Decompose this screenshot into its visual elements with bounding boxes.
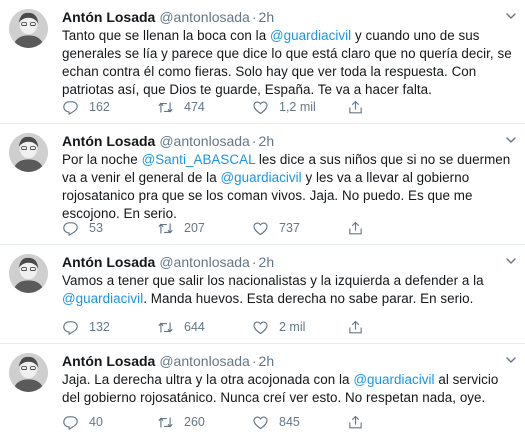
reply-count: 53	[89, 221, 103, 235]
author-handle[interactable]: @antonlosada	[159, 254, 250, 270]
share-button[interactable]	[347, 99, 387, 116]
like-button[interactable]: 845	[252, 414, 347, 431]
reply-icon	[63, 100, 78, 115]
reply-button[interactable]: 53	[62, 220, 157, 237]
chevron-down-icon[interactable]	[505, 134, 517, 146]
avatar[interactable]	[9, 254, 48, 293]
reply-count: 40	[89, 415, 103, 429]
chevron-down-icon[interactable]	[505, 255, 517, 267]
tweet-text: Jaja. La derecha ultra y la otra acojona…	[62, 371, 515, 407]
share-icon	[349, 320, 362, 333]
separator-dot: ·	[251, 133, 257, 149]
tweet-text: Por la noche @Santi_ABASCAL les dice a s…	[62, 151, 515, 223]
tweet[interactable]: Antón Losada @antonlosada · 2h Por la noche…	[0, 124, 525, 245]
tweet-text-segment: . Manda huevos. Esta derecha no sabe par…	[143, 291, 474, 306]
reply-button[interactable]: 40	[62, 414, 157, 431]
author-name[interactable]: Antón Losada	[62, 9, 155, 25]
tweet-actions: 162 474 1,2 mil	[62, 97, 387, 117]
like-button[interactable]: 1,2 mil	[252, 99, 347, 116]
chevron-down-icon[interactable]	[505, 354, 517, 366]
retweet-icon	[158, 223, 173, 233]
share-button[interactable]	[347, 220, 387, 237]
like-count: 1,2 mil	[279, 100, 316, 114]
share-button[interactable]	[347, 319, 387, 336]
tweet-time[interactable]: 2h	[259, 254, 275, 270]
tweet-time[interactable]: 2h	[259, 133, 275, 149]
tweet-text-segment: Por la noche	[62, 152, 142, 167]
retweet-icon	[158, 322, 173, 332]
heart-icon	[253, 321, 268, 334]
author-handle[interactable]: @antonlosada	[159, 133, 250, 149]
retweet-button[interactable]: 474	[157, 99, 252, 116]
tweet-actions: 40 260 845	[62, 412, 387, 432]
tweet[interactable]: Antón Losada @antonlosada · 2h Tanto que se…	[0, 0, 525, 124]
author-name[interactable]: Antón Losada	[62, 133, 155, 149]
avatar-image	[9, 133, 48, 172]
retweet-button[interactable]: 260	[157, 414, 252, 431]
mention-link[interactable]: @guardiacivil	[353, 372, 434, 387]
avatar[interactable]	[9, 353, 48, 392]
reply-count: 162	[89, 100, 110, 114]
like-count: 845	[279, 415, 300, 429]
reply-icon	[63, 320, 78, 335]
separator-dot: ·	[251, 254, 257, 270]
mention-link[interactable]: @guardiacivil	[62, 291, 143, 306]
separator-dot: ·	[251, 353, 257, 369]
like-count: 737	[279, 221, 300, 235]
retweet-icon	[158, 102, 173, 112]
retweet-count: 644	[184, 320, 205, 334]
mention-link[interactable]: @Santi_ABASCAL	[142, 152, 256, 167]
author-handle[interactable]: @antonlosada	[159, 9, 250, 25]
share-icon	[349, 221, 362, 234]
tweet-actions: 53 207 737	[62, 218, 387, 238]
mention-link[interactable]: @guardiacivil	[270, 28, 351, 43]
avatar-image	[9, 254, 48, 293]
avatar[interactable]	[9, 133, 48, 172]
reply-button[interactable]: 162	[62, 99, 157, 116]
share-icon	[349, 415, 362, 428]
reply-icon	[63, 221, 78, 236]
tweet[interactable]: Antón Losada @antonlosada · 2h Vamos a tene…	[0, 245, 525, 344]
tweet-header: Antón Losada @antonlosada · 2h	[62, 132, 515, 150]
tweet-time[interactable]: 2h	[259, 9, 275, 25]
retweet-count: 474	[184, 100, 205, 114]
author-name[interactable]: Antón Losada	[62, 254, 155, 270]
tweet-text-segment: Jaja. La derecha ultra y la otra acojona…	[62, 372, 354, 387]
author-name[interactable]: Antón Losada	[62, 353, 155, 369]
tweet-actions: 132 644 2 mil	[62, 317, 387, 337]
author-handle[interactable]: @antonlosada	[159, 353, 250, 369]
separator-dot: ·	[251, 9, 257, 25]
retweet-count: 207	[184, 221, 205, 235]
tweet[interactable]: Antón Losada @antonlosada · 2h Jaja. La der…	[0, 344, 525, 438]
like-button[interactable]: 2 mil	[252, 319, 347, 336]
tweet-feed: Antón Losada @antonlosada · 2h Tanto que se…	[0, 0, 525, 438]
reply-icon	[63, 415, 78, 430]
like-count: 2 mil	[279, 320, 306, 334]
reply-button[interactable]: 132	[62, 319, 157, 336]
avatar-image	[9, 9, 48, 48]
tweet-text: Tanto que se llenan la boca con la @guar…	[62, 27, 515, 99]
tweet-text-segment: Vamos a tener que salir los nacionalista…	[62, 273, 484, 288]
heart-icon	[253, 416, 268, 429]
tweet-header: Antón Losada @antonlosada · 2h	[62, 352, 515, 370]
share-button[interactable]	[347, 414, 387, 431]
mention-link[interactable]: @guardiacivil	[220, 170, 301, 185]
retweet-icon	[158, 417, 173, 427]
retweet-button[interactable]: 644	[157, 319, 252, 336]
chevron-down-icon[interactable]	[505, 10, 517, 22]
tweet-header: Antón Losada @antonlosada · 2h	[62, 8, 515, 26]
heart-icon	[253, 101, 268, 114]
tweet-time[interactable]: 2h	[259, 353, 275, 369]
like-button[interactable]: 737	[252, 220, 347, 237]
heart-icon	[253, 222, 268, 235]
reply-count: 132	[89, 320, 110, 334]
tweet-text: Vamos a tener que salir los nacionalista…	[62, 272, 515, 308]
tweet-text-segment: Tanto que se llenan la boca con la	[62, 28, 270, 43]
share-icon	[349, 100, 362, 113]
tweet-header: Antón Losada @antonlosada · 2h	[62, 253, 515, 271]
retweet-button[interactable]: 207	[157, 220, 252, 237]
retweet-count: 260	[184, 415, 205, 429]
avatar-image	[9, 353, 48, 392]
avatar[interactable]	[9, 9, 48, 48]
